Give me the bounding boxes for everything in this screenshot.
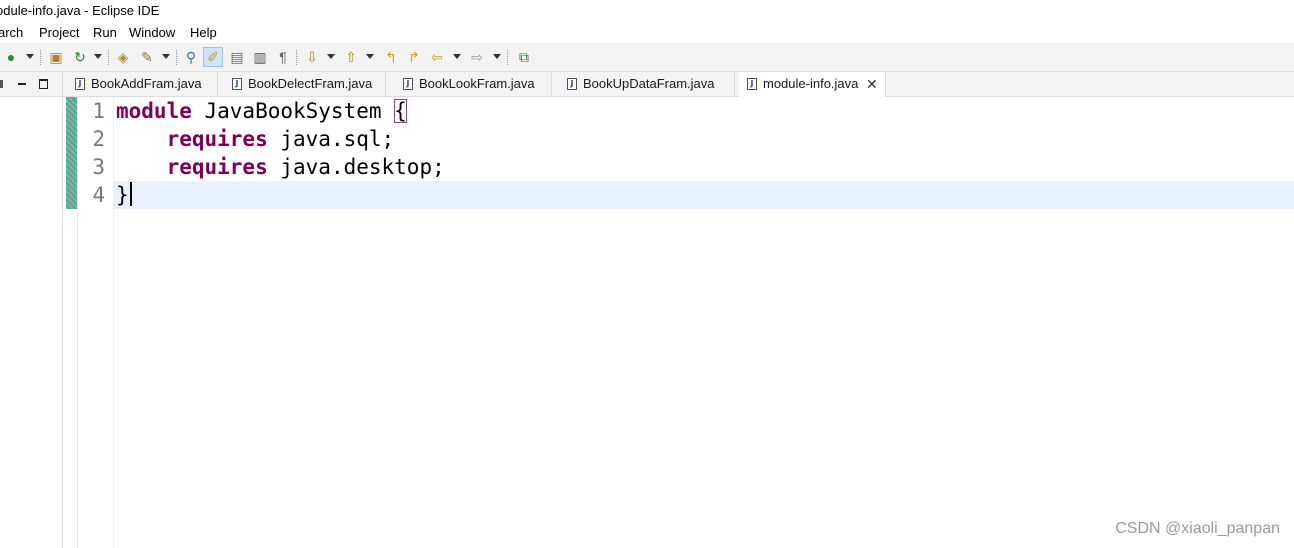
line-number: 1: [92, 99, 105, 123]
panel-edge-marker: [0, 80, 3, 88]
next-annotation-dropdown-arrow[interactable]: [327, 54, 335, 59]
keyword: module: [116, 99, 192, 123]
pilcrow-icon[interactable]: ¶: [273, 47, 293, 67]
tab-label: BookUpDataFram.java: [583, 76, 715, 91]
menu-window[interactable]: Window: [129, 22, 175, 43]
previous-annotation-dropdown-arrow[interactable]: [366, 54, 374, 59]
code-text: JavaBookSystem: [191, 99, 395, 123]
open-type-icon[interactable]: ◈: [113, 47, 133, 67]
last-edit-forward-icon[interactable]: ↱: [404, 47, 424, 67]
code-editor[interactable]: 1 2 3 4 module JavaBookSystem { requires…: [63, 97, 1294, 548]
quick-diff-ruler: [66, 97, 77, 209]
tab-label: module-info.java: [763, 76, 859, 91]
menu-help[interactable]: Help: [190, 22, 217, 43]
window-title-bar: odule-info.java - Eclipse IDE: [0, 0, 1294, 22]
java-file-icon: J: [232, 78, 242, 90]
tab-label: BookLookFram.java: [419, 76, 535, 91]
toolbar-separator: [40, 50, 42, 65]
menu-bar: arch Project Run Window Help: [0, 22, 1294, 43]
menu-run[interactable]: Run: [93, 22, 117, 43]
minimize-icon[interactable]: [16, 78, 28, 90]
java-file-icon: J: [403, 78, 413, 90]
java-file-icon: J: [567, 78, 577, 90]
tab-label: BookAddFram.java: [91, 76, 202, 91]
closing-brace: }: [116, 183, 129, 207]
code-line[interactable]: }: [116, 181, 132, 209]
forward-icon[interactable]: ⇨: [467, 47, 487, 67]
editor-tab-strip: J BookAddFram.java J BookDelectFram.java…: [63, 72, 1294, 97]
line-number: 4: [92, 183, 105, 207]
tab-booklookfram[interactable]: J BookLookFram.java: [393, 72, 552, 96]
run-dropdown-arrow[interactable]: [26, 54, 34, 59]
vertical-ruler: [77, 97, 78, 548]
package-explorer-panel: [0, 72, 63, 548]
code-text: java.sql;: [267, 127, 395, 151]
watermark: CSDN @xiaoli_panpan: [1115, 520, 1280, 537]
tab-label: BookDelectFram.java: [248, 76, 373, 91]
panel-header: [0, 72, 62, 97]
run-icon[interactable]: ●: [1, 47, 21, 67]
toolbar-separator: [108, 50, 110, 65]
maximize-icon[interactable]: [38, 78, 50, 90]
search-icon[interactable]: ✎: [137, 47, 157, 67]
search-dropdown-arrow[interactable]: [162, 54, 170, 59]
refresh-dropdown-arrow[interactable]: [94, 54, 102, 59]
window-title: odule-info.java - Eclipse IDE: [0, 3, 160, 18]
show-whitespace-icon[interactable]: ▥: [250, 47, 270, 67]
main-toolbar: ● ▣ ↻ ◈ ✎ ⚲ ✐ ▤ ▥ ¶ ⇩ ⇧ ↰ ↱ ⇦ ⇨ ⧉: [0, 43, 1294, 72]
forward-dropdown-arrow[interactable]: [493, 54, 501, 59]
java-file-icon: J: [747, 78, 757, 90]
keyword: requires: [166, 127, 268, 151]
line-number: 2: [92, 127, 105, 151]
text-caret: [129, 182, 132, 206]
tab-bookdelectfram[interactable]: J BookDelectFram.java: [222, 72, 386, 96]
tab-bookupdatafram[interactable]: J BookUpDataFram.java: [557, 72, 735, 96]
toggle-mark-occurrences-icon[interactable]: ⚲: [181, 47, 201, 67]
back-icon[interactable]: ⇦: [427, 47, 447, 67]
java-file-icon: J: [75, 78, 85, 90]
code-line[interactable]: requires java.sql;: [116, 125, 395, 153]
menu-search[interactable]: arch: [0, 22, 23, 43]
open-perspective-icon[interactable]: ⧉: [514, 47, 534, 67]
toolbar-separator: [296, 50, 298, 65]
code-line[interactable]: module JavaBookSystem {: [116, 97, 407, 125]
line-number: 3: [92, 155, 105, 179]
matching-bracket: {: [394, 99, 407, 123]
new-package-icon[interactable]: ▣: [46, 47, 66, 67]
back-dropdown-arrow[interactable]: [453, 54, 461, 59]
menu-project[interactable]: Project: [39, 22, 79, 43]
code-line[interactable]: requires java.desktop;: [116, 153, 445, 181]
toolbar-separator: [507, 50, 509, 65]
keyword: requires: [166, 155, 268, 179]
tab-module-info[interactable]: J module-info.java ✕: [739, 72, 886, 97]
code-text: java.desktop;: [267, 155, 445, 179]
next-annotation-icon[interactable]: ⇩: [302, 47, 322, 67]
tab-bookaddfram[interactable]: J BookAddFram.java: [65, 72, 218, 96]
toolbar-separator: [176, 50, 178, 65]
refresh-icon[interactable]: ↻: [70, 47, 90, 67]
current-line-highlight: [113, 181, 1294, 209]
block-selection-icon[interactable]: ▤: [227, 47, 247, 67]
last-edit-icon[interactable]: ↰: [381, 47, 401, 67]
close-icon[interactable]: ✕: [866, 72, 878, 96]
previous-annotation-icon[interactable]: ⇧: [341, 47, 361, 67]
toggle-highlight-icon[interactable]: ✐: [203, 47, 223, 67]
line-number-ruler-border: [113, 97, 114, 548]
